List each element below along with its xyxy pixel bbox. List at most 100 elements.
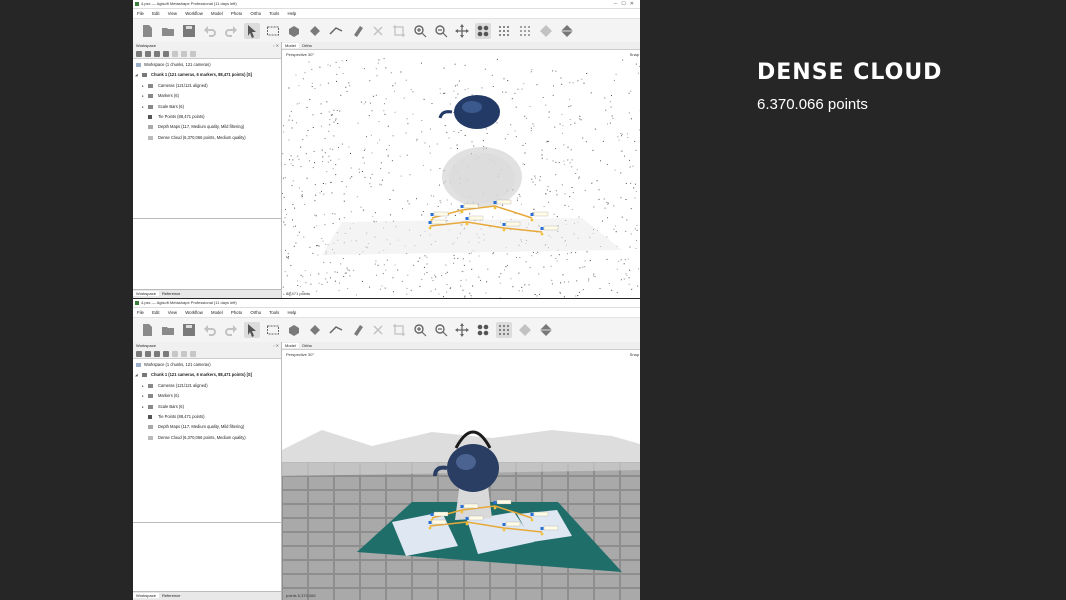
tree-row-depth-maps[interactable]: Depth Maps (117, Medium quality, Mild fi… bbox=[133, 122, 281, 132]
marker-flag-icon[interactable] bbox=[460, 205, 464, 208]
remove-icon[interactable] bbox=[190, 50, 196, 57]
menu-tools[interactable]: Tools bbox=[269, 11, 279, 16]
enable-icon[interactable] bbox=[172, 350, 178, 357]
zoom-in-icon[interactable] bbox=[412, 322, 428, 338]
shading-icon[interactable] bbox=[538, 23, 554, 39]
rotate-region-icon[interactable] bbox=[307, 23, 323, 39]
add-folder-icon[interactable] bbox=[154, 350, 160, 357]
menu-tools[interactable]: Tools bbox=[269, 310, 279, 315]
enable-icon[interactable] bbox=[172, 50, 178, 57]
marker-flag-icon[interactable] bbox=[502, 223, 506, 226]
tree-row-cameras[interactable]: ▸ Cameras (121/121 aligned) bbox=[133, 381, 281, 391]
grid-icon[interactable] bbox=[496, 23, 512, 39]
add-photos-icon[interactable] bbox=[145, 50, 151, 57]
remove-icon[interactable] bbox=[190, 350, 196, 357]
erase-icon[interactable] bbox=[349, 322, 365, 338]
tree-row-markers[interactable]: ▸ Markers (6) bbox=[133, 91, 281, 101]
menu-view[interactable]: View bbox=[168, 11, 177, 16]
select-arrow-icon[interactable] bbox=[244, 322, 260, 338]
menu-help[interactable]: Help bbox=[287, 310, 296, 315]
collapse-arrow-icon[interactable]: ◢ bbox=[135, 70, 138, 80]
tab-model[interactable]: Model bbox=[282, 43, 299, 48]
menu-edit[interactable]: Edit bbox=[152, 11, 159, 16]
tab-reference[interactable]: Reference bbox=[159, 291, 183, 296]
shading-icon[interactable] bbox=[517, 322, 533, 338]
marker-flag-icon[interactable] bbox=[428, 221, 432, 224]
marker-flag-icon[interactable] bbox=[502, 523, 506, 526]
move-icon[interactable] bbox=[454, 23, 470, 39]
zoom-out-icon[interactable] bbox=[433, 322, 449, 338]
tree-row-scale-bars[interactable]: ▸ Scale Bars (6) bbox=[133, 102, 281, 112]
expand-arrow-icon[interactable]: ▸ bbox=[142, 391, 144, 401]
rectangle-selection-icon[interactable] bbox=[265, 23, 281, 39]
marker-flag-icon[interactable] bbox=[493, 501, 497, 504]
menu-help[interactable]: Help bbox=[287, 11, 296, 16]
add-folder-icon[interactable] bbox=[154, 50, 160, 57]
marker-flag-icon[interactable] bbox=[428, 521, 432, 524]
open-folder-icon[interactable] bbox=[160, 322, 176, 338]
tree-row-cameras[interactable]: ▸ Cameras (121/121 aligned) bbox=[133, 81, 281, 91]
model-icon[interactable] bbox=[559, 23, 575, 39]
save-icon[interactable] bbox=[181, 23, 197, 39]
expand-arrow-icon[interactable]: ▸ bbox=[142, 81, 144, 91]
marker-flag-icon[interactable] bbox=[465, 517, 469, 520]
zoom-out-icon[interactable] bbox=[433, 23, 449, 39]
add-chunk-icon[interactable] bbox=[136, 50, 142, 57]
ruler-icon[interactable] bbox=[328, 322, 344, 338]
new-document-icon[interactable] bbox=[139, 23, 155, 39]
erase-icon[interactable] bbox=[349, 23, 365, 39]
tab-reference[interactable]: Reference bbox=[159, 593, 183, 598]
tree-row-depth-maps[interactable]: Depth Maps (117, Medium quality, Mild fi… bbox=[133, 422, 281, 432]
tree-row-workspace[interactable]: Workspace (1 chunks, 121 cameras) bbox=[133, 60, 281, 70]
menu-model[interactable]: Model bbox=[211, 310, 223, 315]
add-marker-icon[interactable] bbox=[163, 50, 169, 57]
marker-flag-icon[interactable] bbox=[460, 505, 464, 508]
grid-icon[interactable] bbox=[517, 23, 533, 39]
tree-row-workspace[interactable]: Workspace (1 chunks, 121 cameras) bbox=[133, 360, 281, 370]
move-icon[interactable] bbox=[454, 322, 470, 338]
menu-edit[interactable]: Edit bbox=[152, 310, 159, 315]
marker-flag-icon[interactable] bbox=[540, 227, 544, 230]
expand-arrow-icon[interactable]: ▸ bbox=[142, 102, 144, 112]
rotate-region-icon[interactable] bbox=[307, 322, 323, 338]
disable-icon[interactable] bbox=[181, 50, 187, 57]
menu-view[interactable]: View bbox=[168, 310, 177, 315]
pane-float-close-icon[interactable]: ▫ ✕ bbox=[273, 42, 279, 49]
add-photos-icon[interactable] bbox=[145, 350, 151, 357]
tree-row-tie-points[interactable]: Tie Points (88,471 points) bbox=[133, 112, 281, 122]
undo-icon[interactable] bbox=[202, 23, 218, 39]
tree-row-tie-points[interactable]: Tie Points (88,471 points) bbox=[133, 412, 281, 422]
ruler-icon[interactable] bbox=[328, 23, 344, 39]
delete-selection-icon[interactable] bbox=[370, 322, 386, 338]
tab-model[interactable]: Model bbox=[282, 343, 299, 348]
marker-flag-icon[interactable] bbox=[540, 527, 544, 530]
tab-workspace[interactable]: Workspace bbox=[133, 593, 159, 598]
tree-row-markers[interactable]: ▸ Markers (6) bbox=[133, 391, 281, 401]
tab-ortho[interactable]: Ortho bbox=[299, 43, 315, 48]
menu-file[interactable]: File bbox=[137, 11, 144, 16]
menu-ortho[interactable]: Ortho bbox=[250, 310, 261, 315]
tree-row-chunk[interactable]: ◢ Chunk 1 (121 cameras, 6 markers, 88,47… bbox=[133, 70, 281, 80]
disable-icon[interactable] bbox=[181, 350, 187, 357]
undo-icon[interactable] bbox=[202, 322, 218, 338]
points-icon[interactable] bbox=[475, 322, 491, 338]
menu-photo[interactable]: Photo bbox=[231, 11, 242, 16]
marker-flag-icon[interactable] bbox=[430, 513, 434, 516]
menu-workflow[interactable]: Workflow bbox=[185, 310, 203, 315]
grid-icon[interactable] bbox=[496, 322, 512, 338]
tab-ortho[interactable]: Ortho bbox=[299, 343, 315, 348]
delete-selection-icon[interactable] bbox=[370, 23, 386, 39]
menu-model[interactable]: Model bbox=[211, 11, 223, 16]
tree-row-scale-bars[interactable]: ▸ Scale Bars (6) bbox=[133, 402, 281, 412]
menu-photo[interactable]: Photo bbox=[231, 310, 242, 315]
redo-icon[interactable] bbox=[223, 23, 239, 39]
crop-icon[interactable] bbox=[391, 23, 407, 39]
tree-row-dense-cloud[interactable]: Dense Cloud (6,370,066 points, Medium qu… bbox=[133, 433, 281, 443]
pane-float-close-icon[interactable]: ▫ ✕ bbox=[273, 342, 279, 349]
new-document-icon[interactable] bbox=[139, 322, 155, 338]
menu-workflow[interactable]: Workflow bbox=[185, 11, 203, 16]
tree-row-chunk[interactable]: ◢ Chunk 1 (121 cameras, 6 markers, 88,47… bbox=[133, 370, 281, 380]
open-folder-icon[interactable] bbox=[160, 23, 176, 39]
points-icon[interactable] bbox=[475, 23, 491, 39]
menu-file[interactable]: File bbox=[137, 310, 144, 315]
